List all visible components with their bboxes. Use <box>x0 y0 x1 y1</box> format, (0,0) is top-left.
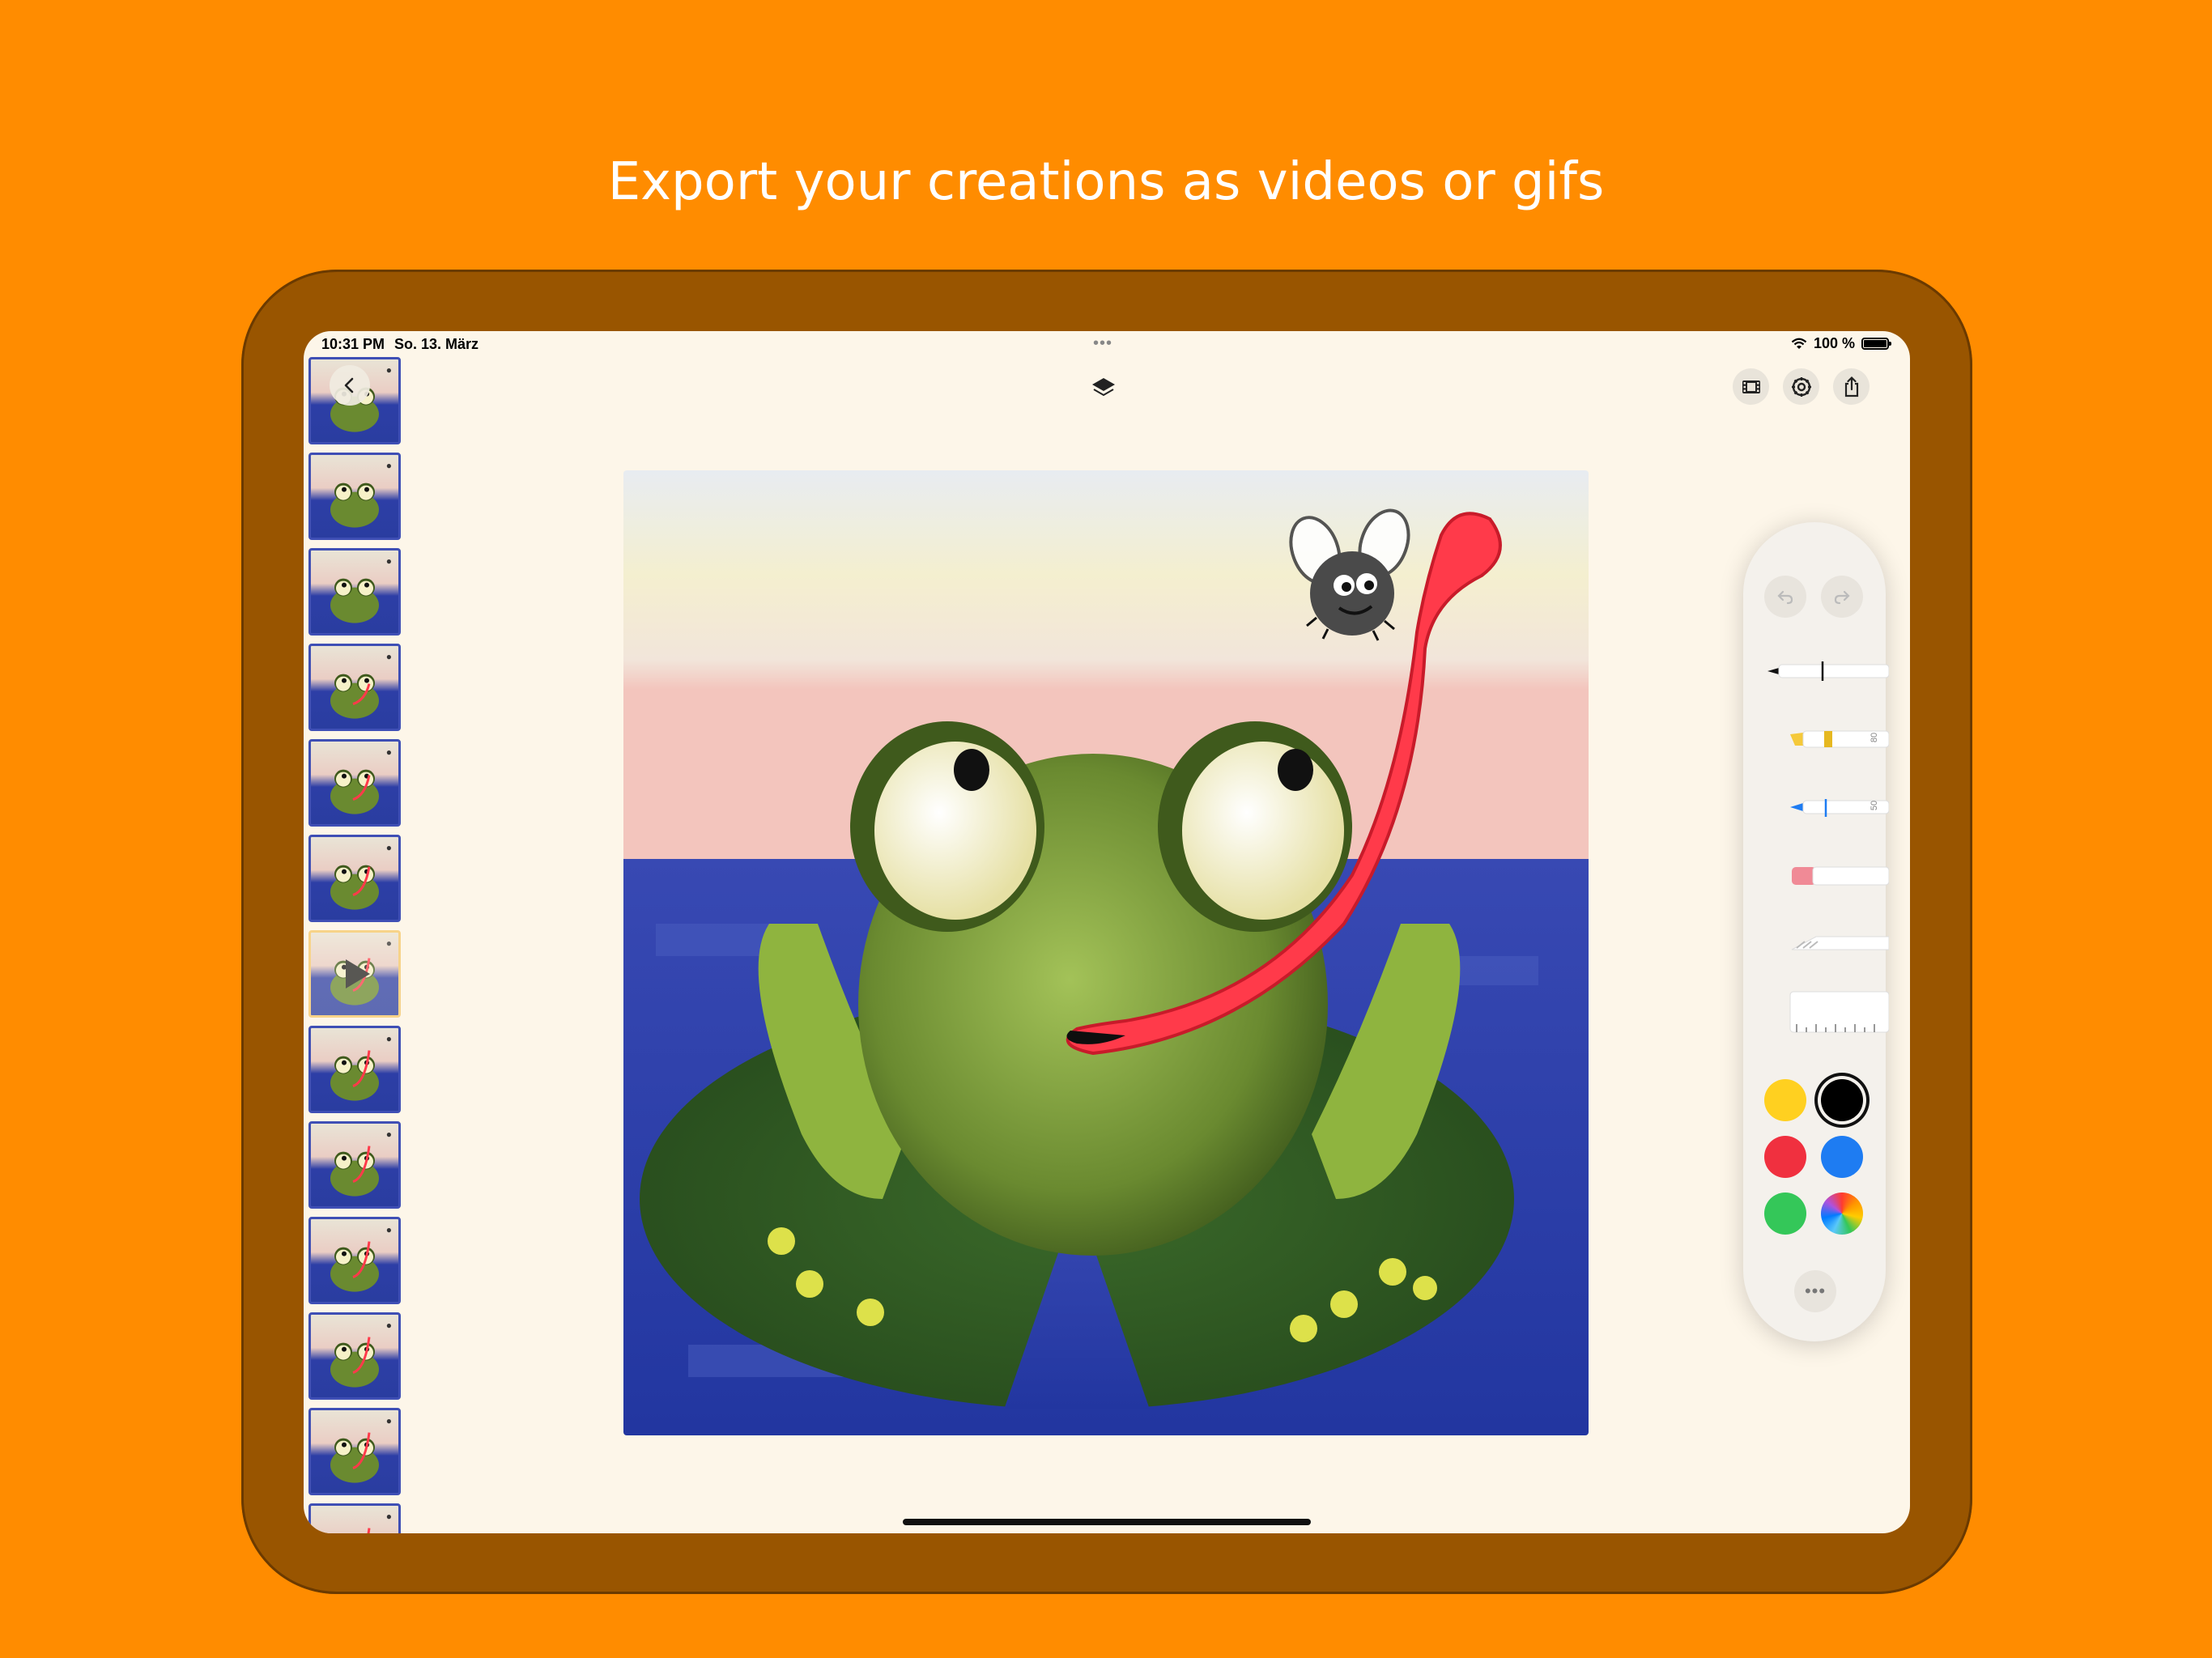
filmstrip-frame[interactable]: ● <box>308 1026 401 1113</box>
color-black[interactable] <box>1821 1079 1863 1121</box>
frame-thumbnail <box>330 1432 379 1483</box>
wifi-icon <box>1791 338 1807 349</box>
filmstrip-frame[interactable]: ● <box>308 1408 401 1495</box>
color-blue[interactable] <box>1821 1136 1863 1178</box>
filmstrip-frame[interactable]: ● <box>308 930 401 1018</box>
lasso-icon <box>1791 936 1890 950</box>
export-film-button[interactable] <box>1733 368 1769 405</box>
tool-palette: 80 50 ••• <box>1743 522 1890 1341</box>
headline: Export your creations as videos or gifs <box>607 152 1605 212</box>
frame-thumbnail <box>367 1528 371 1533</box>
color-yellow[interactable] <box>1764 1079 1806 1121</box>
marker-tool[interactable]: 80 <box>1767 721 1890 757</box>
fly-icon: ● <box>385 555 392 567</box>
fly-icon: ● <box>385 651 392 662</box>
frame-thumbnail <box>330 1241 379 1292</box>
film-icon <box>1742 380 1760 393</box>
frog-artwork <box>623 470 1589 1435</box>
frame-filmstrip[interactable]: ● ● ● ● ● ● ● ● ● ● ● ● ● <box>307 357 402 1533</box>
frame-thumbnail <box>330 769 379 814</box>
undo-icon <box>1777 590 1793 605</box>
fly-icon: ● <box>385 1320 392 1331</box>
fly-icon: ● <box>385 1033 392 1044</box>
fly-icon: ● <box>385 937 392 949</box>
chevron-left-icon <box>344 377 354 393</box>
filmstrip-frame[interactable]: ● <box>308 1217 401 1304</box>
eraser-icon <box>1792 866 1890 886</box>
battery-percent: 100 % <box>1813 335 1855 351</box>
undo-button[interactable] <box>1764 576 1806 618</box>
settings-icon <box>1791 376 1811 397</box>
frame-thumbnail <box>330 483 379 528</box>
pencil-tool[interactable]: 50 <box>1767 789 1890 825</box>
fly-icon: ● <box>385 364 392 376</box>
lasso-tool[interactable] <box>1767 925 1890 961</box>
status-date: So. 13. März <box>394 336 479 352</box>
color-green[interactable] <box>1764 1192 1806 1235</box>
drawing-canvas[interactable] <box>623 470 1589 1435</box>
share-button[interactable] <box>1833 368 1870 405</box>
pencil-size-label: 50 <box>1870 800 1880 811</box>
status-right: 100 % <box>1791 335 1891 352</box>
filmstrip-frame[interactable]: ● <box>308 1121 401 1209</box>
multitasking-dots[interactable]: ••• <box>1093 334 1112 353</box>
play-icon[interactable] <box>346 959 370 988</box>
redo-button[interactable] <box>1821 576 1863 618</box>
home-indicator <box>903 1519 1311 1525</box>
color-red[interactable] <box>1764 1136 1806 1178</box>
filmstrip-frame[interactable]: ● <box>308 548 401 636</box>
filmstrip-frame[interactable]: ● <box>308 453 401 540</box>
share-icon <box>1844 376 1858 397</box>
top-actions <box>1733 368 1870 405</box>
status-bar: 10:31 PM So. 13. März ••• 100 % <box>304 331 1910 357</box>
layers-icon <box>1092 378 1115 397</box>
pen-tool[interactable] <box>1767 653 1890 689</box>
layers-button[interactable] <box>1087 372 1120 404</box>
ruler-icon <box>1789 991 1890 1033</box>
battery-icon <box>1861 338 1891 350</box>
fly-icon: ● <box>385 1511 392 1522</box>
back-button[interactable] <box>330 365 370 406</box>
filmstrip-frame[interactable]: ● <box>308 739 401 827</box>
fly-icon: ● <box>385 1415 392 1426</box>
color-wheel-icon[interactable] <box>1821 1192 1863 1235</box>
marker-size-label: 80 <box>1870 732 1880 743</box>
eraser-tool[interactable] <box>1767 857 1890 893</box>
fly-icon: ● <box>385 460 392 471</box>
frame-thumbnail <box>330 578 379 623</box>
redo-icon <box>1834 590 1850 605</box>
fly-icon: ● <box>385 1129 392 1140</box>
settings-button[interactable] <box>1783 368 1819 405</box>
status-time: 10:31 PM <box>321 336 385 352</box>
pen-icon <box>1767 661 1890 681</box>
more-options-button[interactable]: ••• <box>1794 1270 1836 1312</box>
frame-thumbnail <box>330 674 379 719</box>
frame-thumbnail <box>330 865 379 910</box>
frame-thumbnail <box>330 1146 379 1197</box>
filmstrip-frame[interactable]: ● <box>308 1503 401 1533</box>
app-screen: 10:31 PM So. 13. März ••• 100 % ● ● ● ● ● ● ● ●… <box>304 331 1910 1533</box>
frame-thumbnail <box>330 1337 379 1388</box>
fly-icon: ● <box>385 1224 392 1235</box>
filmstrip-frame[interactable]: ● <box>308 1312 401 1400</box>
fly-icon: ● <box>385 746 392 758</box>
filmstrip-frame[interactable]: ● <box>308 835 401 922</box>
filmstrip-frame[interactable]: ● <box>308 644 401 731</box>
ruler-tool[interactable] <box>1767 987 1890 1035</box>
fly-icon: ● <box>385 842 392 853</box>
frame-thumbnail <box>330 1050 379 1101</box>
